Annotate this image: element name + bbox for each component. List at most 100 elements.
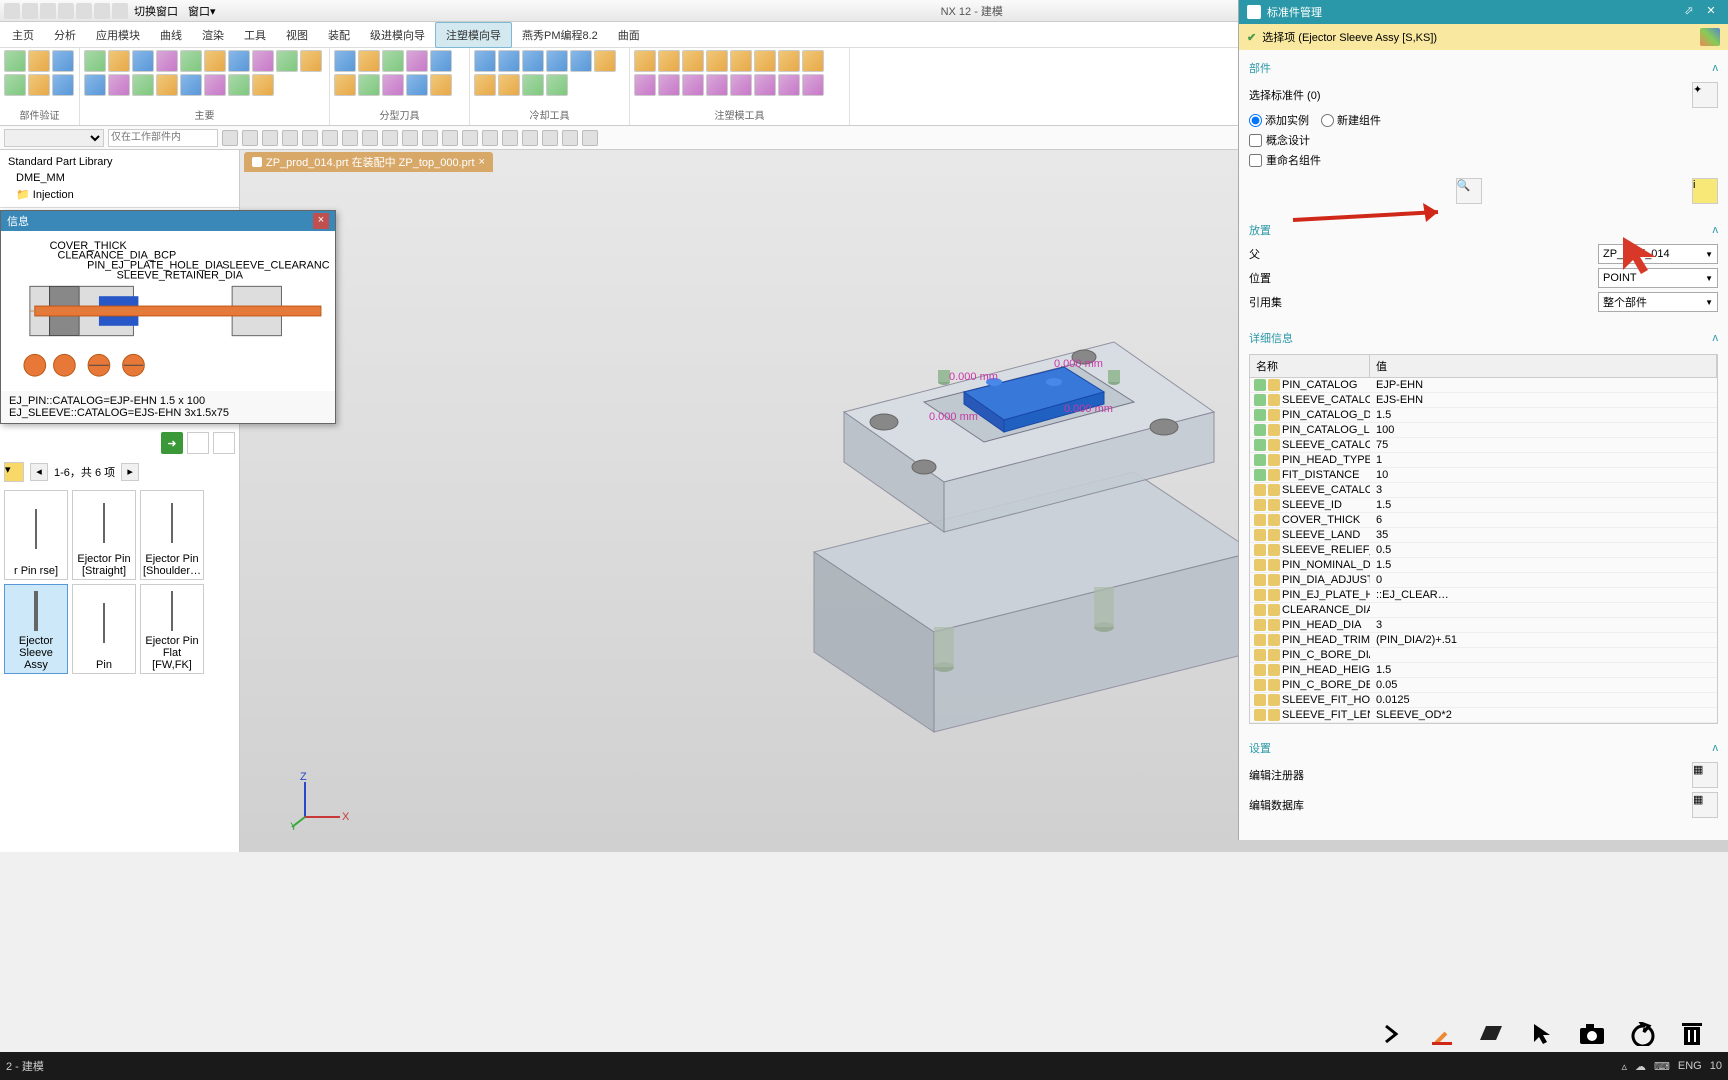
sel-tool-icon[interactable] (522, 130, 538, 146)
tab-yanxiu[interactable]: 燕秀PM编程8.2 (512, 23, 608, 47)
parent-combo[interactable]: ZP_prod_014▼ (1598, 244, 1718, 264)
camera-icon[interactable] (1576, 1018, 1608, 1050)
part-card[interactable]: r Pin rse] (4, 490, 68, 580)
section-header[interactable]: 详细信息 (1249, 330, 1293, 346)
section-header[interactable]: 部件 (1249, 60, 1271, 76)
qat-icon[interactable] (58, 3, 74, 19)
param-row[interactable]: PIN_HEAD_TYPE1 (1250, 453, 1717, 468)
param-row[interactable]: PIN_NOMINAL_D…1.5 (1250, 558, 1717, 573)
param-row[interactable]: SLEEVE_RELIEF_C…0.5 (1250, 543, 1717, 558)
pencil-icon[interactable] (1426, 1018, 1458, 1050)
sel-tool-icon[interactable] (402, 130, 418, 146)
document-tab[interactable]: ZP_prod_014.prt 在装配中 ZP_top_000.prt × (244, 152, 493, 172)
position-combo[interactable]: POINT▼ (1598, 268, 1718, 288)
part-card[interactable]: Pin (72, 584, 136, 674)
param-row[interactable]: SLEEVE_CATALOGEJS-EHN (1250, 393, 1717, 408)
param-row[interactable]: PIN_CATALOGEJP-EHN (1250, 378, 1717, 393)
param-row[interactable]: PIN_EJ_PLATE_HO…::EJ_CLEAR… (1250, 588, 1717, 603)
go-icon[interactable]: ➜ (161, 432, 183, 454)
refset-combo[interactable]: 整个部件▼ (1598, 292, 1718, 312)
tab-home[interactable]: 主页 (2, 23, 44, 47)
tab-analysis[interactable]: 分析 (44, 23, 86, 47)
param-row[interactable]: PIN_HEAD_HEIGHT1.5 (1250, 663, 1717, 678)
param-row[interactable]: SLEEVE_FIT_HOLE…0.0125 (1250, 693, 1717, 708)
undo-icon[interactable] (1626, 1018, 1658, 1050)
sel-tool-icon[interactable] (362, 130, 378, 146)
chevron-right-icon[interactable] (1376, 1018, 1408, 1050)
qat-icon[interactable] (94, 3, 110, 19)
sel-tool-icon[interactable] (342, 130, 358, 146)
col-name[interactable]: 名称 (1250, 355, 1370, 377)
lang-indicator[interactable]: ENG (1678, 1060, 1702, 1072)
clock[interactable]: 10 (1710, 1060, 1722, 1072)
taskbar-app[interactable]: 2 - 建模 (6, 1058, 44, 1074)
param-row[interactable]: PIN_DIA_ADJUST0 (1250, 573, 1717, 588)
select-standard-label[interactable]: 选择标准件 (0) (1249, 87, 1321, 103)
next-page-button[interactable]: ▸ (121, 463, 139, 481)
sel-tool-icon[interactable] (382, 130, 398, 146)
qat-icon[interactable] (4, 3, 20, 19)
sel-tool-icon[interactable] (502, 130, 518, 146)
tray-icon[interactable]: ▵ (1621, 1060, 1627, 1073)
tab-mold-wizard[interactable]: 注塑模向导 (435, 22, 512, 48)
sel-tool-icon[interactable] (442, 130, 458, 146)
param-row[interactable]: COVER_THICK6 (1250, 513, 1717, 528)
sel-tool-icon[interactable] (322, 130, 338, 146)
param-row[interactable]: CLEARANCE_DIA_… (1250, 603, 1717, 618)
param-row[interactable]: FIT_DISTANCE10 (1250, 468, 1717, 483)
tool-icon[interactable] (213, 432, 235, 454)
lib-title[interactable]: Standard Part Library (4, 154, 235, 170)
pick-icon[interactable]: ✦ (1692, 82, 1718, 108)
param-row[interactable]: SLEEVE_LAND35 (1250, 528, 1717, 543)
trash-icon[interactable] (1676, 1018, 1708, 1050)
tool-icon[interactable] (187, 432, 209, 454)
param-row[interactable]: SLEEVE_FIT_LENG…SLEEVE_OD*2 (1250, 708, 1717, 723)
param-row[interactable]: PIN_C_BORE_DEE…0.05 (1250, 678, 1717, 693)
param-row[interactable]: PIN_HEAD_DIA3 (1250, 618, 1717, 633)
sel-tool-icon[interactable] (542, 130, 558, 146)
param-row[interactable]: SLEEVE_ID1.5 (1250, 498, 1717, 513)
sel-tool-icon[interactable] (482, 130, 498, 146)
param-row[interactable]: SLEEVE_CATALO…75 (1250, 438, 1717, 453)
search-icon[interactable]: 🔍 (1456, 178, 1482, 204)
color-badge-icon[interactable] (1700, 28, 1720, 46)
scope-input[interactable] (108, 129, 218, 147)
part-card-selected[interactable]: Ejector Sleeve Assy (4, 584, 68, 674)
param-row[interactable]: SLEEVE_CATALO…3 (1250, 483, 1717, 498)
sel-tool-icon[interactable] (222, 130, 238, 146)
info-icon[interactable]: i (1692, 178, 1718, 204)
param-row[interactable]: PIN_C_BORE_DIA (1250, 648, 1717, 663)
tab-render[interactable]: 渲染 (192, 23, 234, 47)
qat-icon[interactable] (112, 3, 128, 19)
lib-node[interactable]: DME_MM (4, 170, 235, 186)
part-card[interactable]: Ejector Pin [Shoulder… (140, 490, 204, 580)
param-row[interactable]: PIN_HEAD_TRIM_…(PIN_DIA/2)+.51 (1250, 633, 1717, 648)
tab-surface[interactable]: 曲面 (608, 23, 650, 47)
qat-icon[interactable] (22, 3, 38, 19)
section-header[interactable]: 设置 (1249, 740, 1271, 756)
param-row[interactable]: PIN_CATALOG_DIA1.5 (1250, 408, 1717, 423)
cursor-icon[interactable] (1526, 1018, 1558, 1050)
concept-checkbox[interactable] (1249, 134, 1262, 147)
qat-icon[interactable] (40, 3, 56, 19)
edit-db-button[interactable]: ▦ (1692, 792, 1718, 818)
part-card[interactable]: Ejector Pin Flat [FW,FK] (140, 584, 204, 674)
tab-app[interactable]: 应用模块 (86, 23, 150, 47)
prev-page-button[interactable]: ◂ (30, 463, 48, 481)
col-value[interactable]: 值 (1370, 355, 1717, 377)
sel-tool-icon[interactable] (242, 130, 258, 146)
eraser-icon[interactable] (1476, 1018, 1508, 1050)
sel-tool-icon[interactable] (462, 130, 478, 146)
tab-view[interactable]: 视图 (276, 23, 318, 47)
tab-curve[interactable]: 曲线 (150, 23, 192, 47)
sel-tool-icon[interactable] (422, 130, 438, 146)
sel-tool-icon[interactable] (562, 130, 578, 146)
sel-tool-icon[interactable] (282, 130, 298, 146)
radio-add-instance[interactable]: 添加实例 (1249, 112, 1309, 128)
param-row[interactable]: PIN_CATALOG_LE…100 (1250, 423, 1717, 438)
pin-icon[interactable]: ⬀ (1680, 4, 1698, 20)
section-header[interactable]: 放置 (1249, 222, 1271, 238)
edit-registrar-button[interactable]: ▦ (1692, 762, 1718, 788)
close-tab-icon[interactable]: × (479, 156, 485, 168)
lib-folder[interactable]: 📁 Injection (4, 186, 235, 203)
